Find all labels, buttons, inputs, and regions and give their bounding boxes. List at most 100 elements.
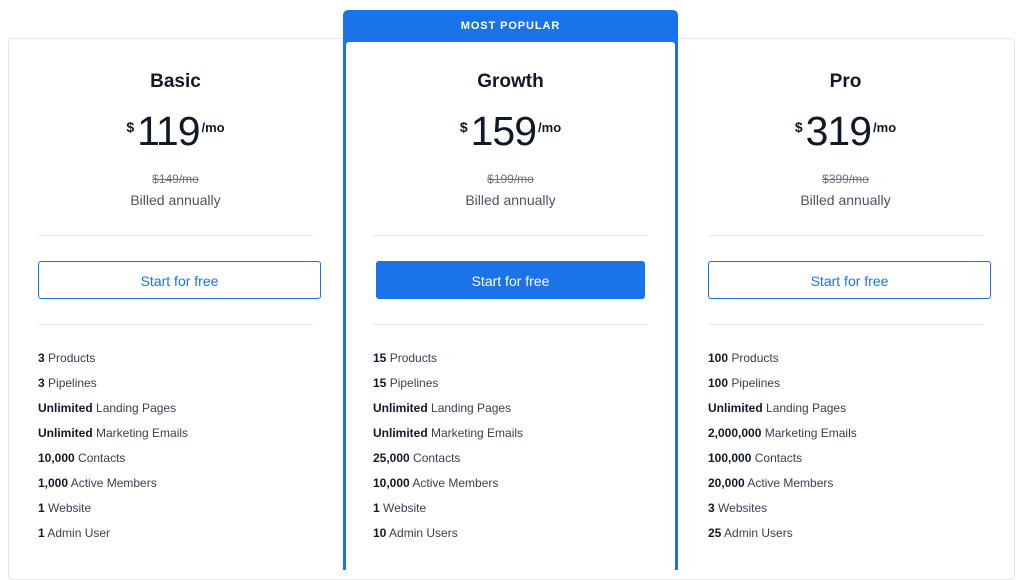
plan-card-pro: Pro $319/mo $399/mo Billed annually Star… [678, 39, 1013, 559]
feature-quantity: Unlimited [373, 401, 428, 415]
most-popular-badge: MOST POPULAR [460, 20, 561, 32]
feature-item: 20,000 Active Members [708, 476, 993, 501]
start-for-free-button[interactable]: Start for free [38, 261, 321, 299]
price-period: /mo [201, 120, 225, 135]
feature-list: 100 Products 100 Pipelines Unlimited Landi… [708, 351, 993, 551]
feature-label: Pipelines [731, 376, 781, 390]
feature-list: 3 Products 3 Pipelines Unlimited Landing P… [38, 351, 323, 551]
feature-label: Admin Users [389, 526, 458, 540]
feature-label: Contacts [78, 451, 126, 465]
price-amount: 159 [470, 108, 537, 154]
feature-quantity: Unlimited [38, 401, 93, 415]
divider [373, 324, 648, 325]
feature-quantity: 15 [373, 351, 387, 365]
feature-quantity: 100 [708, 351, 729, 365]
feature-label: Websites [718, 501, 768, 515]
start-for-free-button[interactable]: Start for free [708, 261, 991, 299]
feature-quantity: Unlimited [373, 426, 428, 440]
feature-list: 15 Products 15 Pipelines Unlimited Landing… [373, 351, 658, 551]
feature-label: Landing Pages [431, 401, 512, 415]
feature-quantity: 3 [708, 501, 715, 515]
feature-item: Unlimited Marketing Emails [38, 426, 323, 451]
feature-quantity: 1 [373, 501, 380, 515]
plan-card-growth: MOST POPULAR Growth $159/mo $199/mo Bill… [343, 10, 678, 570]
feature-item: 10,000 Active Members [373, 476, 658, 501]
plan-name: Basic [150, 71, 201, 92]
feature-item: 3 Pipelines [38, 376, 323, 401]
plan-name: Growth [477, 71, 544, 92]
original-price: $199/mo [487, 172, 534, 186]
feature-item: Unlimited Landing Pages [38, 401, 323, 426]
feature-item: 15 Pipelines [373, 376, 658, 401]
original-price: $399/mo [822, 172, 869, 186]
feature-quantity: 25,000 [373, 451, 410, 465]
feature-quantity: 10,000 [373, 476, 410, 490]
feature-quantity: 3 [38, 351, 45, 365]
plan-card-basic: Basic $119/mo $149/mo Billed annually St… [8, 39, 343, 559]
billing-note: Billed annually [800, 192, 891, 208]
price-period: /mo [538, 120, 562, 135]
feature-item: 25 Admin Users [708, 526, 993, 551]
feature-label: Admin User [47, 526, 111, 540]
start-for-free-button[interactable]: Start for free [376, 261, 645, 299]
price-currency: $ [459, 119, 468, 135]
feature-item: 3 Products [38, 351, 323, 376]
feature-item: 100,000 Contacts [708, 451, 993, 476]
original-price: $149/mo [152, 172, 199, 186]
divider [373, 235, 648, 236]
feature-label: Landing Pages [766, 401, 847, 415]
feature-item: 100 Products [708, 351, 993, 376]
price-amount: 119 [137, 108, 200, 154]
feature-quantity: 10,000 [38, 451, 75, 465]
feature-item: 1,000 Active Members [38, 476, 323, 501]
divider [708, 324, 983, 325]
feature-label: Pipelines [389, 376, 439, 390]
feature-item: 1 Admin User [38, 526, 323, 551]
plan-price: $119/mo [8, 108, 343, 155]
feature-label: Active Members [70, 476, 157, 490]
feature-label: Marketing Emails [431, 426, 524, 440]
feature-item: 2,000,000 Marketing Emails [708, 426, 993, 451]
feature-quantity: 1 [38, 501, 45, 515]
feature-quantity: 1 [38, 526, 45, 540]
billing-note: Billed annually [130, 192, 221, 208]
feature-label: Products [731, 351, 779, 365]
feature-item: 10 Admin Users [373, 526, 658, 551]
feature-label: Pipelines [48, 376, 97, 390]
plan-price: $319/mo [678, 108, 1013, 155]
price-period: /mo [873, 120, 897, 135]
price-currency: $ [794, 119, 803, 135]
feature-label: Website [48, 501, 92, 515]
feature-label: Marketing Emails [96, 426, 189, 440]
feature-item: 10,000 Contacts [38, 451, 323, 476]
feature-quantity: 100,000 [708, 451, 752, 465]
feature-item: 100 Pipelines [708, 376, 993, 401]
feature-label: Website [383, 501, 427, 515]
plan-name: Pro [829, 71, 862, 92]
feature-item: Unlimited Marketing Emails [373, 426, 658, 451]
feature-label: Contacts [754, 451, 803, 465]
price-currency: $ [126, 119, 135, 135]
feature-item: Unlimited Landing Pages [708, 401, 993, 426]
billing-note: Billed annually [465, 192, 556, 208]
feature-item: Unlimited Landing Pages [373, 401, 658, 426]
feature-label: Marketing Emails [764, 426, 857, 440]
price-amount: 319 [805, 108, 872, 154]
divider [38, 324, 313, 325]
feature-label: Landing Pages [96, 401, 177, 415]
feature-item: 1 Website [38, 501, 323, 526]
feature-item: 1 Website [373, 501, 658, 526]
plan-price: $159/mo [343, 108, 678, 155]
feature-label: Active Members [747, 476, 834, 490]
feature-label: Active Members [412, 476, 499, 490]
feature-quantity: 1,000 [38, 476, 69, 490]
plan-card-growth-inner: Growth $159/mo $199/mo Billed annually S… [346, 42, 675, 570]
feature-label: Contacts [413, 451, 461, 465]
feature-quantity: 2,000,000 [708, 426, 762, 440]
feature-item: 3 Websites [708, 501, 993, 526]
divider [708, 235, 983, 236]
feature-item: 15 Products [373, 351, 658, 376]
feature-item: 25,000 Contacts [373, 451, 658, 476]
feature-quantity: 15 [373, 376, 387, 390]
feature-quantity: 25 [708, 526, 722, 540]
